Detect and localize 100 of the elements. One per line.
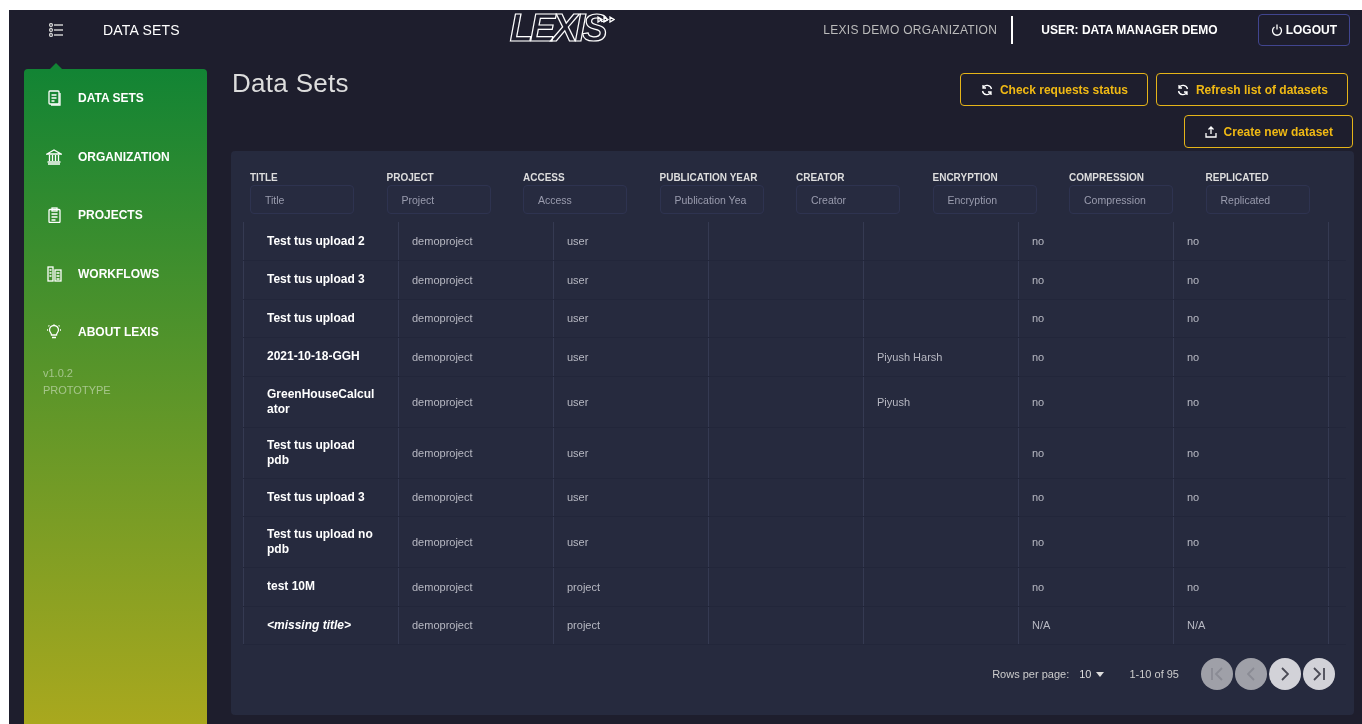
nav-item[interactable]: ORGANIZATION [24,127,207,186]
table-cell: demoproject [412,619,473,632]
table-cell: no [1187,273,1200,286]
lightbulb-icon [46,324,62,340]
table-cell: no [1032,273,1045,286]
table-cell: no [1187,536,1200,548]
table-cell: user [567,350,589,363]
table-cell: demoproject [412,273,473,286]
table-cell: no [1032,395,1045,408]
action-button[interactable]: Check requests status [959,73,1148,106]
table-cell: demoproject [412,350,473,363]
table-cell: user [567,536,589,548]
table-cell: no [1032,491,1045,504]
table-cell: N/A [1032,619,1051,632]
last-page-button[interactable] [1303,658,1335,690]
table-cell: no [1187,446,1200,459]
table-cell: no [1187,580,1200,593]
nav-item[interactable]: ABOUT LEXIS [24,302,207,362]
filter-field[interactable]: Project [386,185,491,214]
filter-field[interactable]: Encryption [932,185,1037,214]
table-cell: demoproject [412,395,473,408]
chevron-icon [1281,667,1289,681]
table-cell: project [567,619,601,632]
title-cell-text: Test tus upload [267,310,356,326]
clipboard-icon [47,207,61,223]
table-cell: no [1032,446,1045,459]
table-cell: demoproject [412,446,473,459]
title-cell-text: 2021-10-18-GGH [267,349,361,365]
logo: LEXIS [509,10,605,47]
title-cell-text: test 10M [267,579,317,595]
table-cell: Piyush Harsh [877,350,943,363]
table-cell: demoproject [412,536,473,548]
table-cell: no [1187,491,1200,504]
version-label: v1.0.2 [43,365,73,381]
table-cell: user [567,446,589,459]
filter-field[interactable]: Publication Yea [659,185,764,214]
table-cell: no [1187,350,1200,363]
rows-per-page-select[interactable]: 10 [1079,668,1105,680]
pointer-triangle [50,63,62,69]
column-header[interactable]: PUBLICATION YEAR [659,172,758,183]
filter-field[interactable]: Compression [1069,185,1173,214]
nav-item[interactable]: WORKFLOWS [24,244,207,303]
column-header[interactable]: TITLE [250,172,278,183]
column-header[interactable]: PROJECT [386,172,434,183]
table-cell: demoproject [412,235,473,247]
title-cell-text: Test tus upload no pdb [267,527,374,557]
title-cell-text: Test tus upload 3 [267,272,366,288]
title-cell-text: GreenHouseCalcul ator [267,386,376,417]
table-cell: no [1032,235,1045,247]
title-cell-text: Test tus upload 2 [267,233,366,249]
column-header[interactable]: ACCESS [523,172,565,183]
next-page-button[interactable] [1269,658,1301,690]
table-cell: demoproject [412,580,473,593]
power-icon [1270,24,1283,36]
building-icon [46,265,62,282]
table-cell: no [1187,235,1200,247]
table-cell: N/A [1187,619,1206,632]
title-cell-text: <missing title> [267,617,353,633]
action-button[interactable]: Refresh list of datasets [1155,73,1348,106]
table-cell: no [1187,312,1200,325]
table-cell: no [1032,580,1045,593]
title-cell-text: Test tus upload pdb [267,437,356,468]
page-range: 1-10 of 95 [1129,668,1179,680]
upload-icon [1204,125,1217,138]
action-button[interactable]: Create new dataset [1183,115,1353,148]
table-cell: user [567,273,589,286]
filter-field[interactable]: Replicated [1205,185,1310,214]
menu-icon[interactable] [49,23,63,37]
table-cell: user [567,491,589,504]
table-cell: user [567,312,589,325]
refresh-icon [980,83,993,96]
table-cell: user [567,235,589,247]
caret-icon [1096,671,1105,677]
document-icon [47,90,61,106]
page-title: Data Sets [232,68,349,100]
table-cell: no [1032,536,1045,548]
column-header[interactable]: CREATOR [796,172,845,183]
user-name: USER: DATA MANAGER DEMO [1041,23,1218,37]
filter-field[interactable]: Creator [796,185,900,214]
logout-button[interactable]: LOGOUT [1257,14,1350,46]
table-cell: user [567,395,589,408]
table-cell: project [567,580,601,593]
table-cell: no [1032,350,1045,363]
column-header[interactable]: ENCRYPTION [932,172,998,183]
table-cell: no [1032,312,1045,325]
filter-field[interactable]: Title [250,185,354,214]
nav-item[interactable]: DATA SETS [24,68,207,128]
table-cell: Piyush [877,395,911,408]
table-cell: demoproject [412,312,473,325]
table-cell: no [1187,395,1200,408]
rows-per-page-label: Rows per page: [992,668,1070,680]
refresh-icon [1176,83,1189,96]
bank-icon [46,148,62,165]
filter-field[interactable]: Access [523,185,627,214]
nav-item[interactable]: PROJECTS [24,185,207,245]
page-name: DATA SETS [103,22,180,38]
chevron-icon [1313,667,1325,681]
stage-label: PROTOTYPE [43,382,111,398]
column-header[interactable]: COMPRESSION [1069,172,1144,183]
column-header[interactable]: REPLICATED [1205,172,1269,183]
